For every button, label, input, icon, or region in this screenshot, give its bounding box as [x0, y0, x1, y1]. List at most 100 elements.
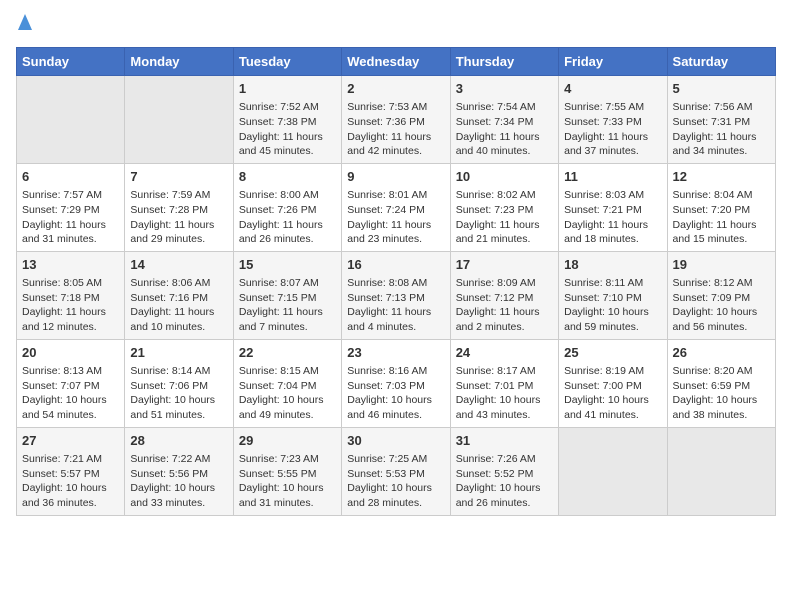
calendar-cell: 25Sunrise: 8:19 AMSunset: 7:00 PMDayligh…: [559, 339, 667, 427]
sunset-text: Sunset: 7:12 PM: [456, 291, 553, 306]
sunrise-text: Sunrise: 7:52 AM: [239, 100, 336, 115]
sunrise-text: Sunrise: 7:59 AM: [130, 188, 227, 203]
calendar-cell: 24Sunrise: 8:17 AMSunset: 7:01 PMDayligh…: [450, 339, 558, 427]
calendar-cell: 16 Sunrise: 8:08 AMSunset: 7:13 PMDayligh…: [342, 251, 450, 339]
day-number: 7: [130, 168, 227, 186]
day-number: 18: [564, 256, 661, 274]
sunrise-text: Sunrise: 7:57 AM: [22, 188, 119, 203]
sunrise-text: Sunrise: 8:17 AM: [456, 364, 553, 379]
daylight-text: Daylight: 10 hours and 51 minutes.: [130, 393, 227, 422]
sunset-text: Sunset: 7:06 PM: [130, 379, 227, 394]
sunset-text: Sunset: 7:09 PM: [673, 291, 770, 306]
daylight-text: Daylight: 10 hours and 36 minutes.: [22, 481, 119, 510]
sunset-text: Sunset: 7:38 PM: [239, 115, 336, 130]
sunset-text: Sunset: 7:34 PM: [456, 115, 553, 130]
day-number: 4: [564, 80, 661, 98]
logo: [16, 16, 32, 37]
calendar-cell: 20Sunrise: 8:13 AMSunset: 7:07 PMDayligh…: [17, 339, 125, 427]
calendar-cell: 28Sunrise: 7:22 AMSunset: 5:56 PMDayligh…: [125, 427, 233, 515]
daylight-text: Daylight: 11 hours and 37 minutes.: [564, 130, 661, 159]
sunrise-text: Sunrise: 8:03 AM: [564, 188, 661, 203]
sunrise-text: Sunrise: 7:56 AM: [673, 100, 770, 115]
day-number: 13: [22, 256, 119, 274]
sunrise-text: Sunrise: 7:21 AM: [22, 452, 119, 467]
sunset-text: Sunset: 5:56 PM: [130, 467, 227, 482]
calendar-cell: [125, 76, 233, 164]
sunrise-text: Sunrise: 8:00 AM: [239, 188, 336, 203]
sunrise-text: Sunrise: 8:11 AM: [564, 276, 661, 291]
sunrise-text: Sunrise: 8:09 AM: [456, 276, 553, 291]
logo-triangle-icon: [18, 14, 32, 35]
sunset-text: Sunset: 7:33 PM: [564, 115, 661, 130]
day-number: 29: [239, 432, 336, 450]
daylight-text: Daylight: 11 hours and 26 minutes.: [239, 218, 336, 247]
calendar-cell: 11 Sunrise: 8:03 AMSunset: 7:21 PMDayligh…: [559, 163, 667, 251]
sunset-text: Sunset: 7:03 PM: [347, 379, 444, 394]
day-number: 17: [456, 256, 553, 274]
sunrise-text: Sunrise: 7:25 AM: [347, 452, 444, 467]
sunset-text: Sunset: 7:18 PM: [22, 291, 119, 306]
day-number: 25: [564, 344, 661, 362]
daylight-text: Daylight: 11 hours and 42 minutes.: [347, 130, 444, 159]
day-number: 31: [456, 432, 553, 450]
daylight-text: Daylight: 10 hours and 41 minutes.: [564, 393, 661, 422]
calendar-cell: 5Sunrise: 7:56 AMSunset: 7:31 PMDaylight…: [667, 76, 775, 164]
sunrise-text: Sunrise: 8:06 AM: [130, 276, 227, 291]
daylight-text: Daylight: 10 hours and 33 minutes.: [130, 481, 227, 510]
calendar-week-row: 13Sunrise: 8:05 AMSunset: 7:18 PMDayligh…: [17, 251, 776, 339]
day-number: 15: [239, 256, 336, 274]
day-number: 24: [456, 344, 553, 362]
sunset-text: Sunset: 7:21 PM: [564, 203, 661, 218]
calendar-week-row: 27Sunrise: 7:21 AMSunset: 5:57 PMDayligh…: [17, 427, 776, 515]
calendar-cell: 1 Sunrise: 7:52 AMSunset: 7:38 PMDaylight…: [233, 76, 341, 164]
calendar-cell: 19Sunrise: 8:12 AMSunset: 7:09 PMDayligh…: [667, 251, 775, 339]
sunrise-text: Sunrise: 8:20 AM: [673, 364, 770, 379]
calendar-cell: 3Sunrise: 7:54 AMSunset: 7:34 PMDaylight…: [450, 76, 558, 164]
sunset-text: Sunset: 5:55 PM: [239, 467, 336, 482]
day-number: 23: [347, 344, 444, 362]
sunset-text: Sunset: 7:04 PM: [239, 379, 336, 394]
sunrise-text: Sunrise: 8:12 AM: [673, 276, 770, 291]
sunrise-text: Sunrise: 8:19 AM: [564, 364, 661, 379]
sunrise-text: Sunrise: 8:08 AM: [347, 276, 444, 291]
day-number: 27: [22, 432, 119, 450]
calendar-cell: 27Sunrise: 7:21 AMSunset: 5:57 PMDayligh…: [17, 427, 125, 515]
day-number: 12: [673, 168, 770, 186]
calendar-header-row: SundayMondayTuesdayWednesdayThursdayFrid…: [17, 48, 776, 76]
calendar-cell: 21Sunrise: 8:14 AMSunset: 7:06 PMDayligh…: [125, 339, 233, 427]
daylight-text: Daylight: 10 hours and 28 minutes.: [347, 481, 444, 510]
day-number: 16: [347, 256, 444, 274]
day-number: 14: [130, 256, 227, 274]
day-number: 3: [456, 80, 553, 98]
daylight-text: Daylight: 11 hours and 23 minutes.: [347, 218, 444, 247]
col-header-monday: Monday: [125, 48, 233, 76]
sunrise-text: Sunrise: 8:16 AM: [347, 364, 444, 379]
daylight-text: Daylight: 10 hours and 56 minutes.: [673, 305, 770, 334]
daylight-text: Daylight: 11 hours and 12 minutes.: [22, 305, 119, 334]
sunset-text: Sunset: 7:13 PM: [347, 291, 444, 306]
day-number: 21: [130, 344, 227, 362]
daylight-text: Daylight: 11 hours and 40 minutes.: [456, 130, 553, 159]
sunset-text: Sunset: 7:24 PM: [347, 203, 444, 218]
daylight-text: Daylight: 11 hours and 45 minutes.: [239, 130, 336, 159]
calendar-cell: 30Sunrise: 7:25 AMSunset: 5:53 PMDayligh…: [342, 427, 450, 515]
sunrise-text: Sunrise: 8:05 AM: [22, 276, 119, 291]
sunrise-text: Sunrise: 8:13 AM: [22, 364, 119, 379]
day-number: 10: [456, 168, 553, 186]
day-number: 8: [239, 168, 336, 186]
day-number: 1: [239, 80, 336, 98]
calendar-cell: 13 Sunrise: 8:05 AMSunset: 7:18 PMDayligh…: [17, 251, 125, 339]
sunset-text: Sunset: 7:07 PM: [22, 379, 119, 394]
calendar-week-row: 6Sunrise: 7:57 AMSunset: 7:29 PMDaylight…: [17, 163, 776, 251]
calendar-cell: 6Sunrise: 7:57 AMSunset: 7:29 PMDaylight…: [17, 163, 125, 251]
sunset-text: Sunset: 7:31 PM: [673, 115, 770, 130]
daylight-text: Daylight: 10 hours and 43 minutes.: [456, 393, 553, 422]
calendar-cell: 15Sunrise: 8:07 AMSunset: 7:15 PMDayligh…: [233, 251, 341, 339]
daylight-text: Daylight: 11 hours and 18 minutes.: [564, 218, 661, 247]
day-number: 22: [239, 344, 336, 362]
day-number: 28: [130, 432, 227, 450]
daylight-text: Daylight: 11 hours and 4 minutes.: [347, 305, 444, 334]
calendar-cell: 7Sunrise: 7:59 AMSunset: 7:28 PMDaylight…: [125, 163, 233, 251]
day-number: 11: [564, 168, 661, 186]
day-number: 30: [347, 432, 444, 450]
